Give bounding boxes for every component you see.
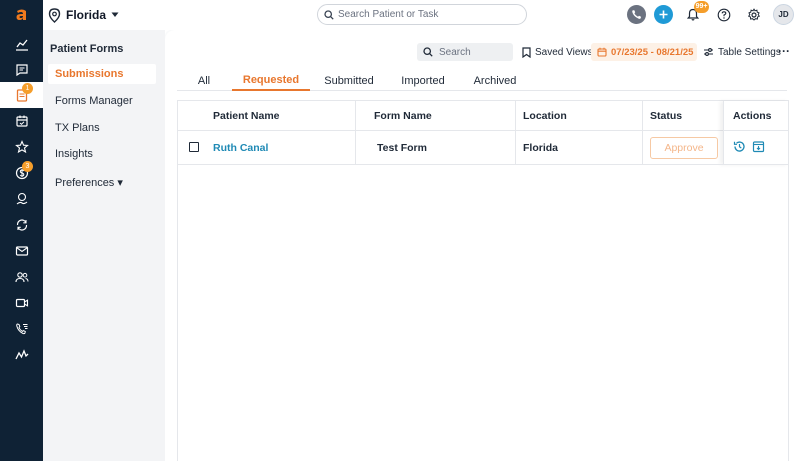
table-settings-label: Table Settings — [718, 46, 781, 58]
nav-item-submissions[interactable]: Submissions — [48, 64, 156, 84]
bookmark-icon — [522, 46, 531, 58]
table-search-input[interactable] — [439, 46, 509, 58]
help-icon — [717, 8, 730, 21]
add-button[interactable] — [654, 5, 673, 24]
nav-item-tx-plans[interactable]: TX Plans — [48, 118, 156, 138]
form-name-cell: Test Form — [377, 142, 427, 154]
patient-forms-nav: Patient Forms Submissions Forms Manager … — [43, 30, 165, 461]
logo-icon — [16, 9, 26, 20]
saved-views-label: Saved Views — [535, 46, 593, 58]
tab-imported[interactable]: Imported — [391, 70, 455, 91]
pulse-icon — [14, 349, 28, 360]
patient-task-search[interactable] — [317, 4, 527, 25]
phone-button[interactable] — [627, 5, 646, 24]
app-logo[interactable] — [0, 0, 43, 30]
rail-call-list[interactable] — [0, 316, 43, 342]
map-pin-icon — [48, 7, 61, 23]
main-panel: Saved Views 07/23/25 - 08/21/25 Table Se… — [165, 30, 800, 461]
top-bar: Florida 99+ JD — [43, 0, 800, 30]
tab-archived[interactable]: Archived — [463, 70, 527, 91]
search-icon — [324, 9, 334, 20]
chevron-down-icon — [111, 12, 119, 17]
table-search[interactable] — [417, 43, 513, 61]
rail-payments[interactable] — [0, 186, 43, 212]
history-icon — [733, 141, 745, 152]
star-icon — [14, 140, 29, 154]
forms-count-badge: 1 — [22, 83, 33, 94]
nav-item-insights[interactable]: Insights — [48, 144, 156, 164]
more-options-button[interactable]: ··· — [778, 44, 790, 60]
rail-analytics[interactable] — [0, 31, 43, 57]
users-icon — [14, 272, 28, 283]
notification-count-badge: 99+ — [694, 1, 709, 13]
nav-title: Patient Forms — [50, 43, 124, 55]
rail-calendar[interactable] — [0, 108, 43, 134]
plus-icon — [659, 10, 668, 19]
table-settings-button[interactable]: Table Settings — [703, 44, 781, 60]
app-rail: 1 3 — [0, 0, 43, 461]
calendar-icon — [597, 47, 607, 57]
rail-patient-forms[interactable]: 1 — [0, 82, 43, 108]
archive-box-icon — [752, 141, 765, 153]
rail-video[interactable] — [0, 290, 43, 316]
hand-coin-icon — [16, 192, 27, 205]
location-selector[interactable]: Florida — [48, 5, 119, 25]
submissions-table: Patient Name Form Name Location Status A… — [177, 100, 789, 461]
tab-requested[interactable]: Requested — [232, 70, 310, 91]
phone-list-icon — [15, 323, 27, 335]
sliders-icon — [704, 48, 713, 56]
row-select-checkbox[interactable] — [189, 142, 199, 152]
calendar-icon — [15, 115, 28, 127]
phone-icon — [632, 10, 641, 19]
line-chart-icon — [15, 39, 28, 51]
column-header-patient-name[interactable]: Patient Name — [213, 101, 280, 131]
patient-task-search-input[interactable] — [338, 9, 518, 20]
column-header-status[interactable]: Status — [650, 101, 682, 131]
table-header: Patient Name Form Name Location Status A… — [178, 101, 788, 131]
video-icon — [15, 298, 28, 308]
mail-icon — [15, 246, 28, 256]
archive-button[interactable] — [752, 140, 765, 156]
nav-item-forms-manager[interactable]: Forms Manager — [48, 91, 156, 111]
refresh-dollar-icon — [16, 219, 27, 231]
rail-reviews[interactable] — [0, 134, 43, 160]
patient-name-link[interactable]: Ruth Canal — [213, 142, 268, 154]
rail-insights[interactable] — [0, 342, 43, 368]
rail-billing[interactable]: 3 — [0, 160, 43, 186]
settings-button[interactable] — [744, 5, 763, 24]
location-name: Florida — [66, 8, 107, 22]
tab-submitted[interactable]: Submitted — [316, 70, 382, 91]
saved-views-button[interactable]: Saved Views — [522, 44, 593, 60]
column-header-location[interactable]: Location — [523, 101, 567, 131]
location-cell: Florida — [523, 142, 559, 154]
approve-button[interactable]: Approve — [650, 137, 718, 159]
nav-item-preferences[interactable]: Preferences ▾ — [48, 172, 156, 192]
chat-icon — [15, 64, 28, 77]
search-icon — [423, 47, 433, 57]
help-button[interactable] — [714, 5, 733, 24]
column-header-form-name[interactable]: Form Name — [374, 101, 432, 131]
status-tabs: All Requested Submitted Imported Archive… — [177, 70, 787, 91]
billing-count-badge: 3 — [22, 161, 33, 172]
user-avatar[interactable]: JD — [773, 4, 794, 25]
gear-icon — [747, 7, 760, 21]
rail-recurring[interactable] — [0, 212, 43, 238]
main-content: Saved Views 07/23/25 - 08/21/25 Table Se… — [165, 30, 800, 461]
date-range-picker[interactable]: 07/23/25 - 08/21/25 — [591, 43, 697, 61]
date-range-label: 07/23/25 - 08/21/25 — [611, 46, 694, 58]
rail-messages[interactable] — [0, 57, 43, 83]
tab-all[interactable]: All — [187, 70, 221, 91]
rail-mail[interactable] — [0, 238, 43, 264]
table-row: Ruth Canal Test Form Florida Approve — [178, 131, 788, 165]
history-button[interactable] — [733, 140, 746, 156]
rail-contacts[interactable] — [0, 264, 43, 290]
